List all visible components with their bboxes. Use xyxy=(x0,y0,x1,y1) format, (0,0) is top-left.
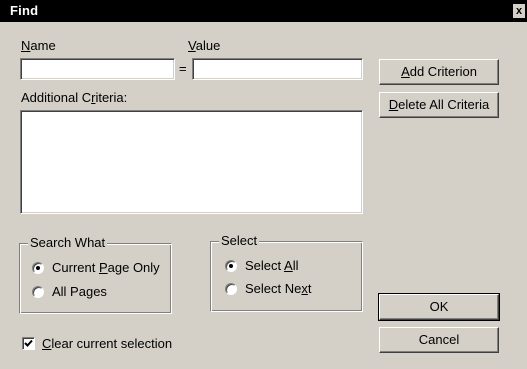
search-what-group: Search What xyxy=(19,235,172,314)
dialog-title: Find xyxy=(10,3,39,18)
additional-criteria-wrapper xyxy=(20,110,363,214)
name-field[interactable] xyxy=(21,59,174,79)
select-next-radio[interactable] xyxy=(225,283,237,295)
close-icon[interactable]: x xyxy=(513,4,525,18)
clear-selection-label[interactable]: Clear current selection xyxy=(42,336,172,351)
select-next-label[interactable]: Select Next xyxy=(245,281,312,296)
current-page-only-radio[interactable] xyxy=(32,262,44,274)
value-field[interactable] xyxy=(193,59,362,79)
name-field-wrapper xyxy=(20,58,175,80)
title-bar[interactable]: Find x xyxy=(0,0,527,22)
value-label: Value xyxy=(188,38,221,53)
select-all-label[interactable]: Select All xyxy=(245,258,298,273)
search-what-title: Search What xyxy=(28,235,108,250)
additional-criteria-field[interactable] xyxy=(21,111,362,213)
ok-button[interactable]: OK xyxy=(378,293,500,321)
additional-criteria-label: Additional Criteria: xyxy=(21,90,128,105)
value-field-wrapper xyxy=(192,58,363,80)
find-dialog: Find x Name = Value Additional Criteria:… xyxy=(0,0,527,369)
all-pages-radio[interactable] xyxy=(32,286,44,298)
select-title: Select xyxy=(219,233,260,248)
current-page-only-label[interactable]: Current Page Only xyxy=(52,260,160,275)
all-pages-label[interactable]: All Pages xyxy=(52,284,107,299)
equals-sign: = xyxy=(179,61,187,76)
select-group: Select xyxy=(210,233,363,312)
checkmark-icon xyxy=(24,339,33,347)
name-label: Name xyxy=(21,38,56,53)
select-all-radio[interactable] xyxy=(225,260,237,272)
cancel-button[interactable]: Cancel xyxy=(379,327,499,353)
add-criterion-button[interactable]: Add Criterion xyxy=(379,59,499,85)
delete-all-criteria-button[interactable]: Delete All Criteria xyxy=(379,92,499,118)
clear-selection-checkbox[interactable] xyxy=(22,337,35,350)
name-label-rest: ame xyxy=(30,38,56,53)
